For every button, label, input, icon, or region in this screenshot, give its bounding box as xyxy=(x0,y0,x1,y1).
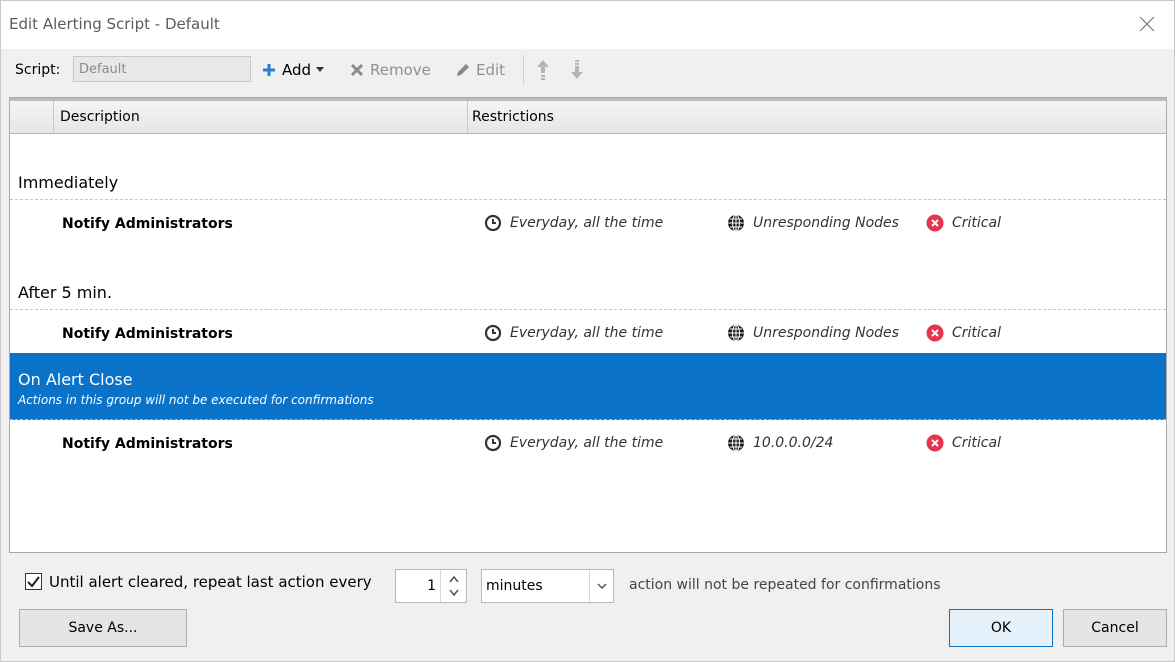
severity-restriction: Critical xyxy=(926,434,1001,452)
critical-icon xyxy=(926,214,944,232)
schedule-text: Everyday, all the time xyxy=(510,435,664,451)
clock-icon xyxy=(484,324,502,342)
nodes-text: Unresponding Nodes xyxy=(753,325,899,341)
toolbar: Script: Add Remove Edit xyxy=(1,49,1174,95)
add-label: Add xyxy=(282,61,312,79)
critical-icon xyxy=(926,324,944,342)
stepper-arrows[interactable] xyxy=(440,570,466,602)
action-row[interactable]: Notify Administrators Everyday, all the … xyxy=(10,429,1166,457)
repeat-interval-stepper[interactable]: 1 xyxy=(395,569,467,603)
column-description[interactable]: Description xyxy=(54,101,468,134)
alerting-script-dialog: Edit Alerting Script - Default Script: A… xyxy=(0,0,1175,662)
group-title: On Alert Close xyxy=(18,370,133,389)
severity-text: Critical xyxy=(952,325,1001,341)
grid-header: Description Restrictions xyxy=(10,98,1166,134)
nodes-restriction: 10.0.0.0/24 xyxy=(727,434,833,452)
action-name: Notify Administrators xyxy=(62,326,233,342)
nodes-restriction: Unresponding Nodes xyxy=(727,324,899,342)
window-title: Edit Alerting Script - Default xyxy=(9,15,220,33)
group-title: After 5 min. xyxy=(18,283,113,302)
schedule-text: Everyday, all the time xyxy=(510,215,664,231)
repeat-unit-select[interactable]: minutes xyxy=(481,569,614,603)
globe-icon xyxy=(728,434,744,452)
schedule-restriction: Everyday, all the time xyxy=(484,434,663,452)
severity-text: Critical xyxy=(952,435,1001,451)
severity-restriction: Critical xyxy=(926,324,1001,342)
close-button[interactable] xyxy=(1134,11,1160,37)
select-dropdown[interactable] xyxy=(589,570,613,602)
nodes-text: Unresponding Nodes xyxy=(753,215,899,231)
schedule-restriction: Everyday, all the time xyxy=(484,214,663,232)
repeat-interval-value: 1 xyxy=(427,578,436,594)
title-bar: Edit Alerting Script - Default xyxy=(1,1,1174,49)
toolbar-separator xyxy=(523,55,524,85)
header-blank xyxy=(10,101,54,134)
add-button[interactable]: Add xyxy=(261,57,325,83)
edit-icon xyxy=(457,64,469,76)
cancel-button[interactable]: Cancel xyxy=(1063,609,1167,647)
column-restrictions[interactable]: Restrictions xyxy=(468,101,1166,134)
edit-label: Edit xyxy=(476,61,506,79)
plus-icon xyxy=(263,64,275,76)
actions-grid[interactable]: Description Restrictions Immediately Not… xyxy=(9,97,1167,553)
ok-button[interactable]: OK xyxy=(949,609,1053,647)
dropdown-arrow-icon xyxy=(316,67,325,72)
clock-icon xyxy=(484,434,502,452)
move-down-button[interactable] xyxy=(569,57,585,83)
repeat-note: action will not be repeated for confirma… xyxy=(629,577,941,593)
action-row[interactable]: Notify Administrators Everyday, all the … xyxy=(10,319,1166,347)
action-name: Notify Administrators xyxy=(62,436,233,452)
remove-icon xyxy=(350,63,364,77)
stepper-up-down-icon xyxy=(449,575,459,597)
remove-button[interactable]: Remove xyxy=(349,57,431,83)
close-icon xyxy=(1139,16,1155,32)
clock-icon xyxy=(484,214,502,232)
group-row-immediately[interactable]: Immediately xyxy=(10,164,1166,200)
script-name-field[interactable] xyxy=(73,56,251,82)
schedule-restriction: Everyday, all the time xyxy=(484,324,663,342)
action-name: Notify Administrators xyxy=(62,216,233,232)
action-row[interactable]: Notify Administrators Everyday, all the … xyxy=(10,209,1166,237)
nodes-text: 10.0.0.0/24 xyxy=(753,435,834,451)
move-up-icon xyxy=(537,60,549,80)
chevron-down-icon xyxy=(597,583,607,590)
group-row-on-alert-close[interactable]: On Alert Close Actions in this group wil… xyxy=(10,353,1166,420)
schedule-text: Everyday, all the time xyxy=(510,325,664,341)
critical-icon xyxy=(926,434,944,452)
checkbox-check-icon xyxy=(27,576,40,588)
globe-icon xyxy=(728,214,744,232)
severity-text: Critical xyxy=(952,215,1001,231)
move-up-button[interactable] xyxy=(535,57,551,83)
script-label: Script: xyxy=(15,62,61,78)
nodes-restriction: Unresponding Nodes xyxy=(727,214,899,232)
severity-restriction: Critical xyxy=(926,214,1001,232)
edit-button[interactable]: Edit xyxy=(455,57,505,83)
move-down-icon xyxy=(571,60,583,79)
repeat-checkbox[interactable] xyxy=(25,573,42,590)
repeat-unit-value: minutes xyxy=(486,578,543,594)
group-subtitle: Actions in this group will not be execut… xyxy=(18,393,374,407)
globe-icon xyxy=(728,324,744,342)
group-title: Immediately xyxy=(18,173,119,192)
remove-label: Remove xyxy=(370,61,431,79)
footer: Until alert cleared, repeat last action … xyxy=(1,557,1174,662)
save-as-button[interactable]: Save As... xyxy=(19,609,187,647)
repeat-label[interactable]: Until alert cleared, repeat last action … xyxy=(49,573,372,591)
group-row-after-5-min[interactable]: After 5 min. xyxy=(10,274,1166,310)
